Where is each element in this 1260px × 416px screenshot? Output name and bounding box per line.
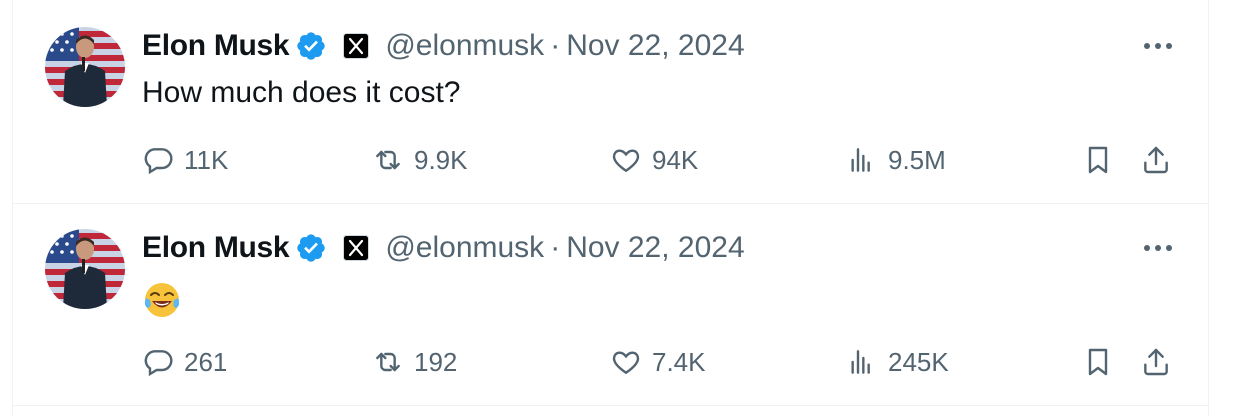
repost-icon bbox=[372, 346, 404, 378]
bookmark-button[interactable] bbox=[1082, 342, 1124, 382]
x-logo-icon[interactable] bbox=[343, 33, 370, 59]
share-icon bbox=[1140, 346, 1172, 378]
avatar[interactable] bbox=[45, 229, 125, 309]
repost-button[interactable]: 192 bbox=[372, 342, 457, 382]
reply-count: 261 bbox=[184, 346, 228, 377]
separator: · bbox=[550, 29, 561, 62]
tweet-header: Elon Musk @elonmusk · Nov 22, 2024 bbox=[142, 230, 745, 266]
views-button[interactable]: 9.5M bbox=[846, 140, 946, 180]
reply-icon bbox=[142, 346, 174, 378]
tweet[interactable]: Elon Musk @elonmusk · Nov 22, 2024 261 1… bbox=[13, 202, 1208, 404]
like-button[interactable]: 94K bbox=[610, 140, 698, 180]
laughing-emoji: 😂 bbox=[142, 280, 182, 320]
views-icon bbox=[846, 144, 878, 176]
tweet-actions: 261 192 7.4K 245K bbox=[13, 342, 1208, 382]
x-logo-icon[interactable] bbox=[343, 235, 370, 261]
share-icon bbox=[1140, 144, 1172, 176]
more-icon[interactable] bbox=[1140, 36, 1176, 56]
tweet-timestamp[interactable]: Nov 22, 2024 bbox=[566, 231, 744, 265]
verified-badge-icon[interactable] bbox=[295, 30, 327, 62]
view-count: 245K bbox=[888, 346, 949, 377]
view-count: 9.5M bbox=[888, 144, 946, 175]
more-icon[interactable] bbox=[1140, 238, 1176, 258]
author-handle[interactable]: @elonmusk bbox=[385, 231, 544, 265]
reply-button[interactable]: 261 bbox=[142, 342, 227, 382]
views-icon bbox=[846, 346, 878, 378]
reply-icon bbox=[142, 144, 174, 176]
like-count: 7.4K bbox=[652, 346, 706, 377]
bookmark-icon bbox=[1082, 144, 1114, 176]
like-button[interactable]: 7.4K bbox=[610, 342, 706, 382]
share-button[interactable] bbox=[1140, 140, 1182, 180]
bookmark-icon bbox=[1082, 346, 1114, 378]
verified-badge-icon[interactable] bbox=[295, 232, 327, 264]
repost-button[interactable]: 9.9K bbox=[372, 140, 468, 180]
tweet-actions: 11K 9.9K 94K 9.5M bbox=[13, 140, 1208, 180]
separator: · bbox=[550, 231, 561, 264]
tweet-timestamp[interactable]: Nov 22, 2024 bbox=[566, 29, 744, 63]
repost-count: 9.9K bbox=[414, 144, 468, 175]
views-button[interactable]: 245K bbox=[846, 342, 949, 382]
author-name[interactable]: Elon Musk bbox=[142, 29, 290, 63]
author-name[interactable]: Elon Musk bbox=[142, 231, 290, 265]
reply-count: 11K bbox=[184, 144, 229, 175]
repost-icon bbox=[372, 144, 404, 176]
heart-icon bbox=[610, 144, 642, 176]
repost-count: 192 bbox=[414, 346, 458, 377]
tweet-text: How much does it cost? bbox=[142, 76, 461, 109]
heart-icon bbox=[610, 346, 642, 378]
tweet[interactable]: Elon Musk @elonmusk · Nov 22, 2024 How m… bbox=[13, 0, 1208, 202]
reply-button[interactable]: 11K bbox=[142, 140, 228, 180]
tweet-header: Elon Musk @elonmusk · Nov 22, 2024 bbox=[142, 28, 745, 64]
author-handle[interactable]: @elonmusk bbox=[385, 29, 544, 63]
share-button[interactable] bbox=[1140, 342, 1182, 382]
like-count: 94K bbox=[652, 144, 699, 175]
tweet-divider bbox=[12, 405, 1209, 406]
avatar[interactable] bbox=[45, 27, 125, 107]
bookmark-button[interactable] bbox=[1082, 140, 1124, 180]
